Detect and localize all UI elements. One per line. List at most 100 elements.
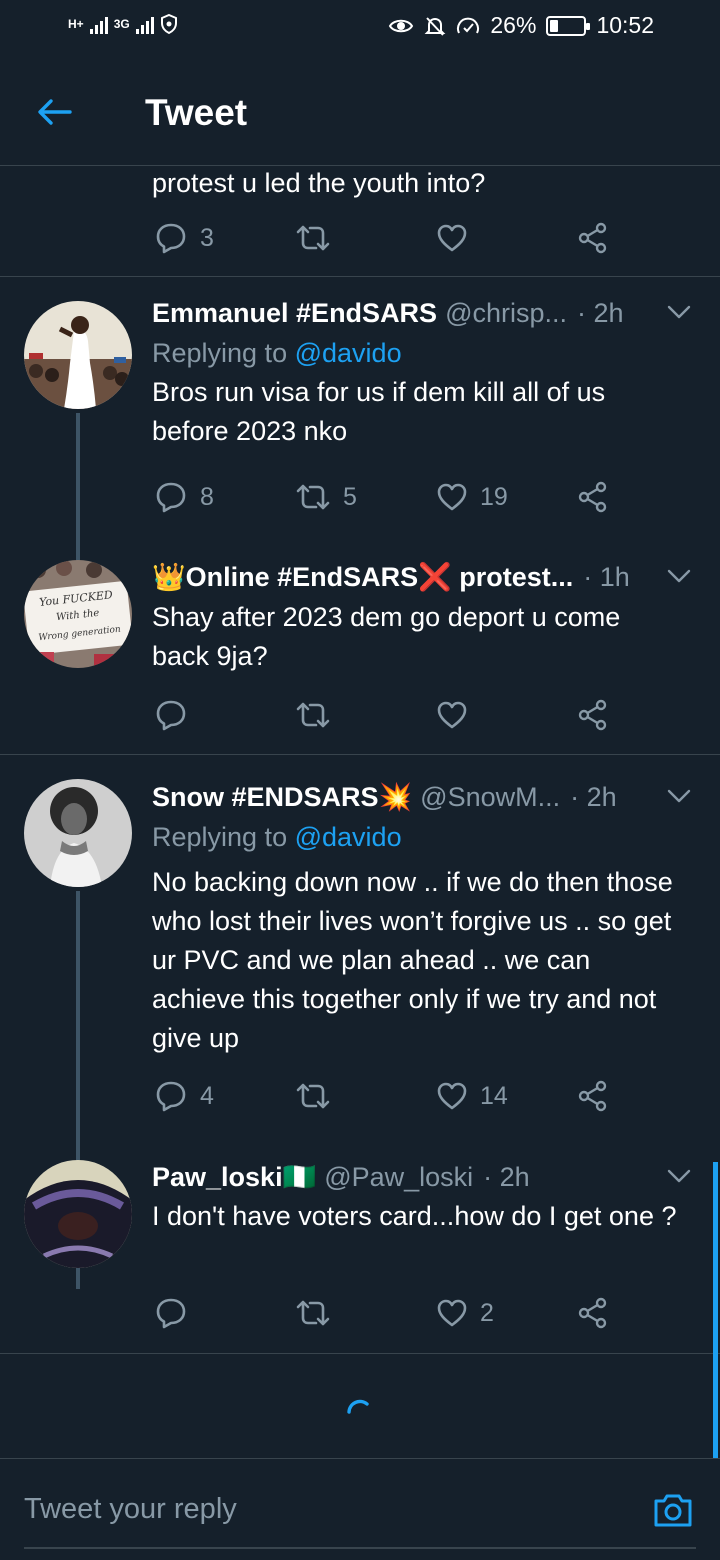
tweet-header: Emmanuel #EndSARS @chrisp... · 2h	[152, 295, 692, 331]
reply-icon	[156, 1081, 186, 1112]
display-name[interactable]: Emmanuel #EndSARS	[152, 298, 437, 329]
mute-bell-icon	[424, 16, 446, 36]
like-button[interactable]: 2	[436, 1293, 494, 1333]
tweet-feed[interactable]: protest u led the youth into? 3 Emmanuel…	[0, 166, 720, 1458]
retweet-button[interactable]	[295, 1076, 331, 1116]
scrollbar[interactable]	[713, 1162, 718, 1458]
tweet-item[interactable]: Snow #ENDSARS💥 @SnowM... · 2h Replying t…	[0, 755, 720, 1289]
avatar[interactable]: You FUCKED With the Wrong generation	[24, 560, 132, 668]
chevron-down-icon[interactable]	[666, 1165, 692, 1187]
avatar[interactable]	[24, 779, 132, 887]
tweet-text: Shay after 2023 dem go deport u come bac…	[152, 602, 621, 671]
heart-icon	[437, 1299, 467, 1327]
reply-composer[interactable]: Tweet your reply	[0, 1458, 720, 1560]
user-handle[interactable]: @chrisp...	[445, 298, 567, 329]
share-button[interactable]	[577, 218, 609, 258]
user-handle[interactable]: @Paw_loski	[324, 1162, 473, 1193]
reply-count: 8	[200, 482, 214, 511]
share-button[interactable]	[577, 477, 609, 517]
tweet-header: Snow #ENDSARS💥 @SnowM... · 2h	[152, 779, 692, 815]
avatar-image	[24, 1160, 132, 1268]
share-icon	[578, 699, 607, 731]
tweet-header: 👑Online #EndSARS❌ protest... · 1h	[152, 559, 692, 595]
share-icon	[578, 222, 607, 254]
like-count: 14	[480, 1081, 508, 1110]
avatar-image	[24, 779, 132, 887]
display-name[interactable]: 👑Online #EndSARS❌ protest...	[152, 561, 573, 593]
network-type-2: 3G	[113, 17, 130, 31]
retweet-icon	[296, 484, 330, 510]
share-button[interactable]	[577, 1076, 609, 1116]
network-type-1: H+	[68, 17, 84, 31]
tweet-time: · 2h	[483, 1161, 530, 1192]
retweet-icon	[296, 1300, 330, 1326]
reply-button[interactable]: 4	[154, 1076, 214, 1116]
retweet-button[interactable]: 5	[295, 477, 357, 517]
avatar[interactable]	[24, 301, 132, 409]
tweet-time: · 2h	[577, 297, 624, 328]
back-button[interactable]	[30, 88, 78, 136]
chevron-down-icon[interactable]	[666, 785, 692, 807]
retweet-button[interactable]	[295, 695, 331, 735]
top-bar: Tweet	[0, 56, 720, 166]
reply-icon	[156, 700, 186, 731]
reply-button[interactable]: 8	[154, 477, 214, 517]
reply-count: 3	[200, 223, 214, 252]
heart-icon	[437, 224, 467, 252]
heart-icon	[437, 701, 467, 729]
status-bar: H+ 3G 26% 10:52	[0, 0, 720, 56]
tweet-text: Bros run visa for us if dem kill all of …	[152, 377, 606, 446]
mention-link[interactable]: @davido	[295, 822, 402, 852]
arrow-left-icon	[38, 99, 72, 125]
reply-icon	[156, 223, 186, 254]
retweet-button[interactable]	[295, 1293, 331, 1333]
reply-button[interactable]	[154, 1293, 188, 1333]
reply-button[interactable]: 3	[154, 218, 214, 258]
like-button[interactable]	[436, 218, 468, 258]
share-button[interactable]	[577, 695, 609, 735]
avatar[interactable]	[24, 1160, 132, 1268]
vpn-shield-icon	[160, 14, 177, 34]
replying-to: Replying to @davido	[152, 335, 402, 371]
share-button[interactable]	[577, 1293, 609, 1333]
tweet-item[interactable]: You FUCKED With the Wrong generation 👑On…	[0, 543, 720, 754]
share-icon	[578, 1080, 607, 1112]
like-count: 2	[480, 1298, 494, 1327]
tweet-actions: 3	[152, 218, 622, 258]
reply-button[interactable]	[154, 695, 188, 735]
tweet-header: Paw_loski🇳🇬 @Paw_loski · 2h	[152, 1159, 692, 1195]
reply-input[interactable]: Tweet your reply	[24, 1493, 237, 1526]
eye-comfort-icon	[389, 19, 414, 32]
tweet-text: No backing down now .. if we do then tho…	[152, 867, 673, 1053]
partial-tweet[interactable]: protest u led the youth into? 3	[0, 166, 720, 277]
chevron-down-icon[interactable]	[666, 565, 692, 587]
loading-spinner-icon	[347, 1399, 369, 1414]
tweet-time: · 1h	[583, 561, 630, 592]
reply-icon	[156, 482, 186, 513]
divider	[0, 1353, 720, 1354]
like-button[interactable]: 19	[436, 477, 508, 517]
tweet-actions: 8 5 19	[152, 477, 622, 517]
replying-prefix: Replying to	[152, 338, 288, 368]
like-count: 19	[480, 482, 508, 511]
share-icon	[578, 1297, 607, 1329]
like-button[interactable]: 14	[436, 1076, 508, 1116]
like-button[interactable]	[436, 695, 468, 735]
tweet-item[interactable]: Paw_loski🇳🇬 @Paw_loski · 2h I don't have…	[0, 1133, 720, 1353]
status-right: 26% 10:52	[388, 12, 654, 39]
signal-icon	[135, 14, 154, 34]
chevron-down-icon[interactable]	[666, 301, 692, 323]
avatar-image: You FUCKED With the Wrong generation	[24, 560, 132, 668]
page-title: Tweet	[145, 92, 248, 133]
battery-percent: 26%	[490, 12, 537, 38]
camera-icon[interactable]	[652, 1491, 694, 1529]
replying-to: Replying to @davido	[152, 819, 402, 855]
tweet-text: I don't have voters card...how do I get …	[152, 1201, 677, 1231]
mention-link[interactable]: @davido	[295, 338, 402, 368]
display-name[interactable]: Snow #ENDSARS💥	[152, 781, 412, 813]
tweet-actions: 4 14	[152, 1076, 622, 1116]
user-handle[interactable]: @SnowM...	[420, 782, 560, 813]
retweet-button[interactable]	[295, 218, 331, 258]
retweet-icon	[296, 1083, 330, 1109]
display-name[interactable]: Paw_loski🇳🇬	[152, 1161, 316, 1193]
